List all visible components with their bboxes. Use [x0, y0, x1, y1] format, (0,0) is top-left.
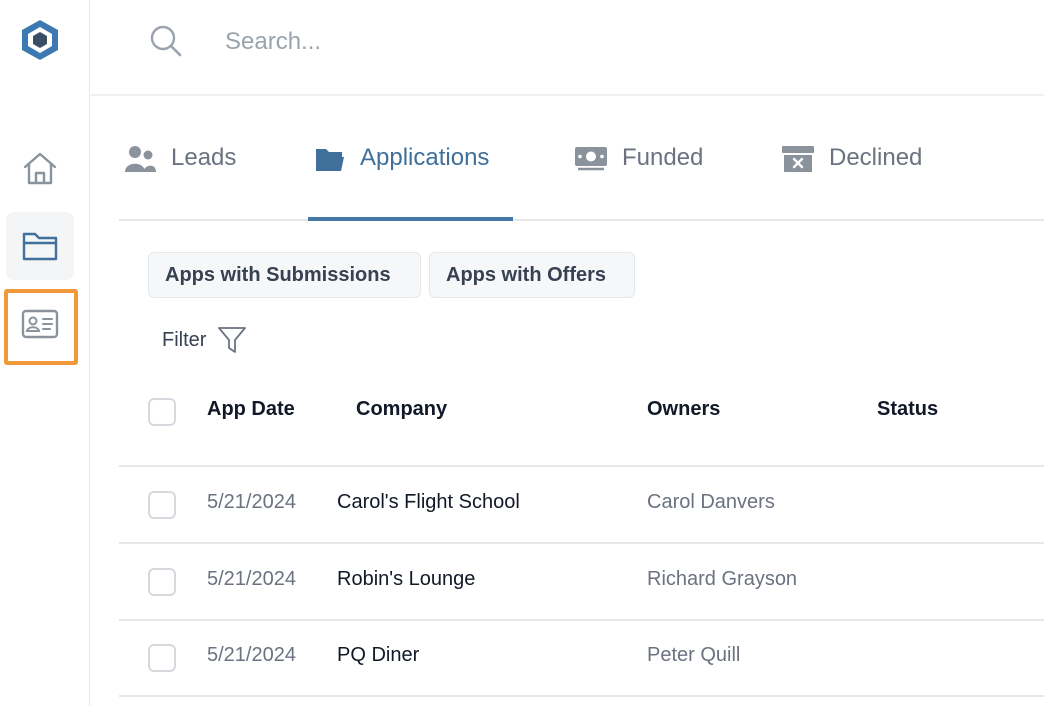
sidebar-item-applications[interactable]: [6, 212, 74, 280]
app-root: Leads Applications Funded: [0, 0, 1044, 706]
app-date-cell: 5/21/2024: [207, 491, 296, 513]
company-cell: PQ Diner: [337, 644, 420, 666]
tab-declined[interactable]: Declined: [781, 144, 922, 220]
apps-with-offers-button[interactable]: Apps with Offers: [429, 252, 635, 298]
tab-bar: Leads Applications Funded Declined: [119, 130, 1044, 221]
contact-card-icon: [21, 309, 59, 339]
tab-label: Leads: [171, 144, 237, 171]
tab-label: Declined: [829, 144, 923, 171]
table-row[interactable]: 5/21/2024 Carol's Flight School Carol Da…: [119, 467, 1044, 544]
company-cell: Carol's Flight School: [337, 491, 520, 513]
folder-open-icon: [316, 149, 344, 171]
active-tab-indicator: [308, 217, 513, 221]
folder-icon: [22, 232, 58, 261]
owner-cell: Peter Quill: [647, 644, 741, 666]
sidebar-item-contacts[interactable]: [6, 290, 74, 358]
column-header-app-date[interactable]: App Date: [207, 398, 295, 421]
table-row[interactable]: 5/21/2024 Robin's Lounge Richard Grayson: [119, 544, 1044, 621]
owner-cell: Richard Grayson: [647, 568, 798, 590]
app-date-cell: 5/21/2024: [207, 644, 296, 666]
search-input[interactable]: [225, 20, 825, 64]
money-icon: [575, 147, 607, 171]
archive-x-icon: [782, 146, 814, 172]
row-checkbox[interactable]: [148, 491, 176, 519]
logo-icon[interactable]: [18, 18, 62, 62]
tab-funded[interactable]: Funded: [574, 144, 703, 220]
column-header-status[interactable]: Status: [877, 398, 938, 421]
row-checkbox[interactable]: [148, 644, 176, 672]
row-checkbox[interactable]: [148, 568, 176, 596]
tab-leads[interactable]: Leads: [123, 144, 236, 220]
app-date-cell: 5/21/2024: [207, 568, 296, 590]
apps-with-submissions-button[interactable]: Apps with Submissions: [148, 252, 421, 298]
tab-applications[interactable]: Applications: [314, 144, 489, 220]
tab-label: Funded: [622, 144, 704, 171]
select-all-checkbox[interactable]: [148, 398, 176, 426]
home-icon: [23, 152, 57, 185]
column-header-company[interactable]: Company: [356, 398, 447, 421]
filter-icon: [218, 327, 247, 353]
table-row[interactable]: 5/21/2024 PQ Diner Peter Quill: [119, 620, 1044, 697]
tab-label: Applications: [360, 144, 490, 171]
company-cell: Robin's Lounge: [337, 568, 476, 590]
column-header-owners[interactable]: Owners: [647, 398, 720, 421]
header: [91, 0, 1044, 96]
search-icon[interactable]: [149, 24, 183, 58]
sidebar-item-home[interactable]: [6, 134, 74, 202]
users-icon: [125, 146, 156, 172]
sidebar: [0, 0, 90, 706]
owner-cell: Carol Danvers: [647, 491, 775, 513]
filter-label: Filter: [162, 328, 207, 351]
filter-button[interactable]: Filter: [162, 322, 248, 358]
